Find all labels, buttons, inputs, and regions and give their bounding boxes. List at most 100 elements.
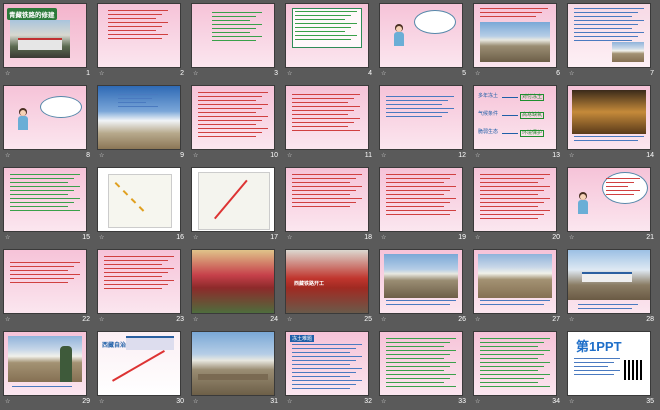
- slide-preview[interactable]: 西藏自治区: [98, 332, 180, 395]
- slide-preview[interactable]: 青藏铁路的修建: [4, 4, 86, 67]
- slide-thumbnail-22[interactable]: 22 ☆: [4, 250, 92, 326]
- slide-preview[interactable]: [380, 168, 462, 231]
- slide-thumbnail-19[interactable]: 19 ☆: [380, 168, 468, 244]
- slide-thumbnail-24[interactable]: 24 ☆: [192, 250, 280, 326]
- slide-preview[interactable]: 西藏铁路开工: [286, 250, 368, 313]
- transition-icon: ☆: [381, 153, 387, 159]
- slide-thumbnail-25[interactable]: 西藏铁路开工 25 ☆: [286, 250, 374, 326]
- slide-preview[interactable]: [286, 168, 368, 231]
- slide-preview[interactable]: [192, 168, 274, 231]
- slide-preview[interactable]: [4, 168, 86, 231]
- slide-thumbnail-12[interactable]: 12 ☆: [380, 86, 468, 162]
- slide-preview[interactable]: [98, 168, 180, 231]
- slide-preview[interactable]: [380, 4, 462, 67]
- text-line: [386, 174, 456, 175]
- slide-thumbnail-35[interactable]: 第1PPT 35 ☆: [568, 332, 656, 408]
- slide-preview[interactable]: [380, 250, 462, 313]
- slide-preview[interactable]: [98, 4, 180, 67]
- text-line: [574, 40, 632, 41]
- slide-thumbnail-10[interactable]: 10 ☆: [192, 86, 280, 162]
- text-line: [606, 186, 628, 187]
- slide-thumbnail-15[interactable]: 15 ☆: [4, 168, 92, 244]
- slide-preview[interactable]: [98, 250, 180, 313]
- slide-preview[interactable]: [474, 168, 556, 231]
- solution-label: 高寒缺氧: [520, 112, 545, 119]
- text-line: [10, 182, 68, 183]
- slide-thumbnail-27[interactable]: 27 ☆: [474, 250, 562, 326]
- slide-preview[interactable]: [474, 4, 556, 67]
- slide-thumbnail-26[interactable]: 26 ☆: [380, 250, 468, 326]
- text-line: [386, 354, 450, 355]
- transition-icon: ☆: [287, 317, 293, 323]
- railway-line: [112, 350, 165, 382]
- slide-thumbnail-9[interactable]: 9 ☆: [98, 86, 186, 162]
- text-line: [292, 190, 356, 191]
- speech-bubble: [414, 10, 456, 34]
- text-line: [480, 202, 544, 203]
- text-line: [574, 28, 632, 29]
- text-line: [480, 12, 542, 13]
- slide-thumbnail-29[interactable]: 29 ☆: [4, 332, 92, 408]
- slide-preview[interactable]: [380, 332, 462, 395]
- text-line: [386, 182, 444, 183]
- text-line: [606, 182, 634, 183]
- slide-thumbnail-21[interactable]: 21 ☆: [568, 168, 656, 244]
- slide-preview[interactable]: [192, 86, 274, 149]
- slide-preview[interactable]: [474, 250, 556, 313]
- slide-preview[interactable]: 冻土难题: [286, 332, 368, 395]
- slide-preview[interactable]: [192, 332, 274, 395]
- slide-preview[interactable]: [568, 86, 650, 149]
- transition-icon: ☆: [475, 71, 481, 77]
- slide-thumbnail-6[interactable]: 6 ☆: [474, 4, 562, 80]
- slide-preview[interactable]: [568, 4, 650, 67]
- slide-preview[interactable]: [4, 332, 86, 395]
- slide-preview[interactable]: [286, 4, 368, 67]
- slide-number: 7: [650, 70, 654, 77]
- slide-preview[interactable]: [192, 250, 274, 313]
- slide-thumbnail-16[interactable]: 16 ☆: [98, 168, 186, 244]
- slide-thumbnail-11[interactable]: 11 ☆: [286, 86, 374, 162]
- slide-thumbnail-13[interactable]: 多年冻土 对付冻土 气候条件 高寒缺氧 脆弱生态 环境保护 13 ☆: [474, 86, 562, 162]
- slide-thumbnail-7[interactable]: 7 ☆: [568, 4, 656, 80]
- text-line: [386, 186, 456, 187]
- text-line: [386, 202, 450, 203]
- slide-thumbnail-28[interactable]: 28 ☆: [568, 250, 656, 326]
- slide-thumbnail-8[interactable]: 8 ☆: [4, 86, 92, 162]
- slide-preview[interactable]: [380, 86, 462, 149]
- slide-preview[interactable]: [192, 4, 274, 67]
- slide-thumbnail-1[interactable]: 青藏铁路的修建 1 ☆: [4, 4, 92, 80]
- slide-thumbnail-34[interactable]: 34 ☆: [474, 332, 562, 408]
- text-line: [198, 108, 262, 109]
- slide-thumbnail-17[interactable]: 17 ☆: [192, 168, 280, 244]
- text-line: [292, 376, 350, 377]
- text-line: [480, 346, 538, 347]
- slide-thumbnail-33[interactable]: 33 ☆: [380, 332, 468, 408]
- slide-thumbnail-18[interactable]: 18 ☆: [286, 168, 374, 244]
- slide-thumbnail-5[interactable]: 5 ☆: [380, 4, 468, 80]
- slide-number: 33: [458, 398, 466, 405]
- slide-thumbnail-31[interactable]: 31 ☆: [192, 332, 280, 408]
- slide-preview[interactable]: [568, 250, 650, 313]
- text-line: [480, 342, 544, 343]
- slide-preview[interactable]: [98, 86, 180, 149]
- slide-thumbnail-20[interactable]: 20 ☆: [474, 168, 562, 244]
- transition-icon: ☆: [287, 71, 293, 77]
- slide-preview[interactable]: [474, 332, 556, 395]
- slide-thumbnail-30[interactable]: 西藏自治区 30 ☆: [98, 332, 186, 408]
- slide-preview[interactable]: 第1PPT: [568, 332, 650, 395]
- slide-thumbnail-32[interactable]: 冻土难题 32 ☆: [286, 332, 374, 408]
- slide-thumbnail-14[interactable]: 14 ☆: [568, 86, 656, 162]
- soldier-figure: [60, 346, 72, 382]
- slide-preview[interactable]: 多年冻土 对付冻土 气候条件 高寒缺氧 脆弱生态 环境保护: [474, 86, 556, 149]
- slide-thumbnail-3[interactable]: 3 ☆: [192, 4, 280, 80]
- slide-thumbnail-2[interactable]: 2 ☆: [98, 4, 186, 80]
- slide-thumbnail-4[interactable]: 4 ☆: [286, 4, 374, 80]
- text-line: [10, 278, 74, 279]
- slide-preview[interactable]: [568, 168, 650, 231]
- slide-preview[interactable]: [286, 86, 368, 149]
- slide-thumbnail-23[interactable]: 23 ☆: [98, 250, 186, 326]
- text-line: [574, 366, 608, 367]
- slide-preview[interactable]: [4, 250, 86, 313]
- slide-preview[interactable]: [4, 86, 86, 149]
- transition-icon: ☆: [193, 235, 199, 241]
